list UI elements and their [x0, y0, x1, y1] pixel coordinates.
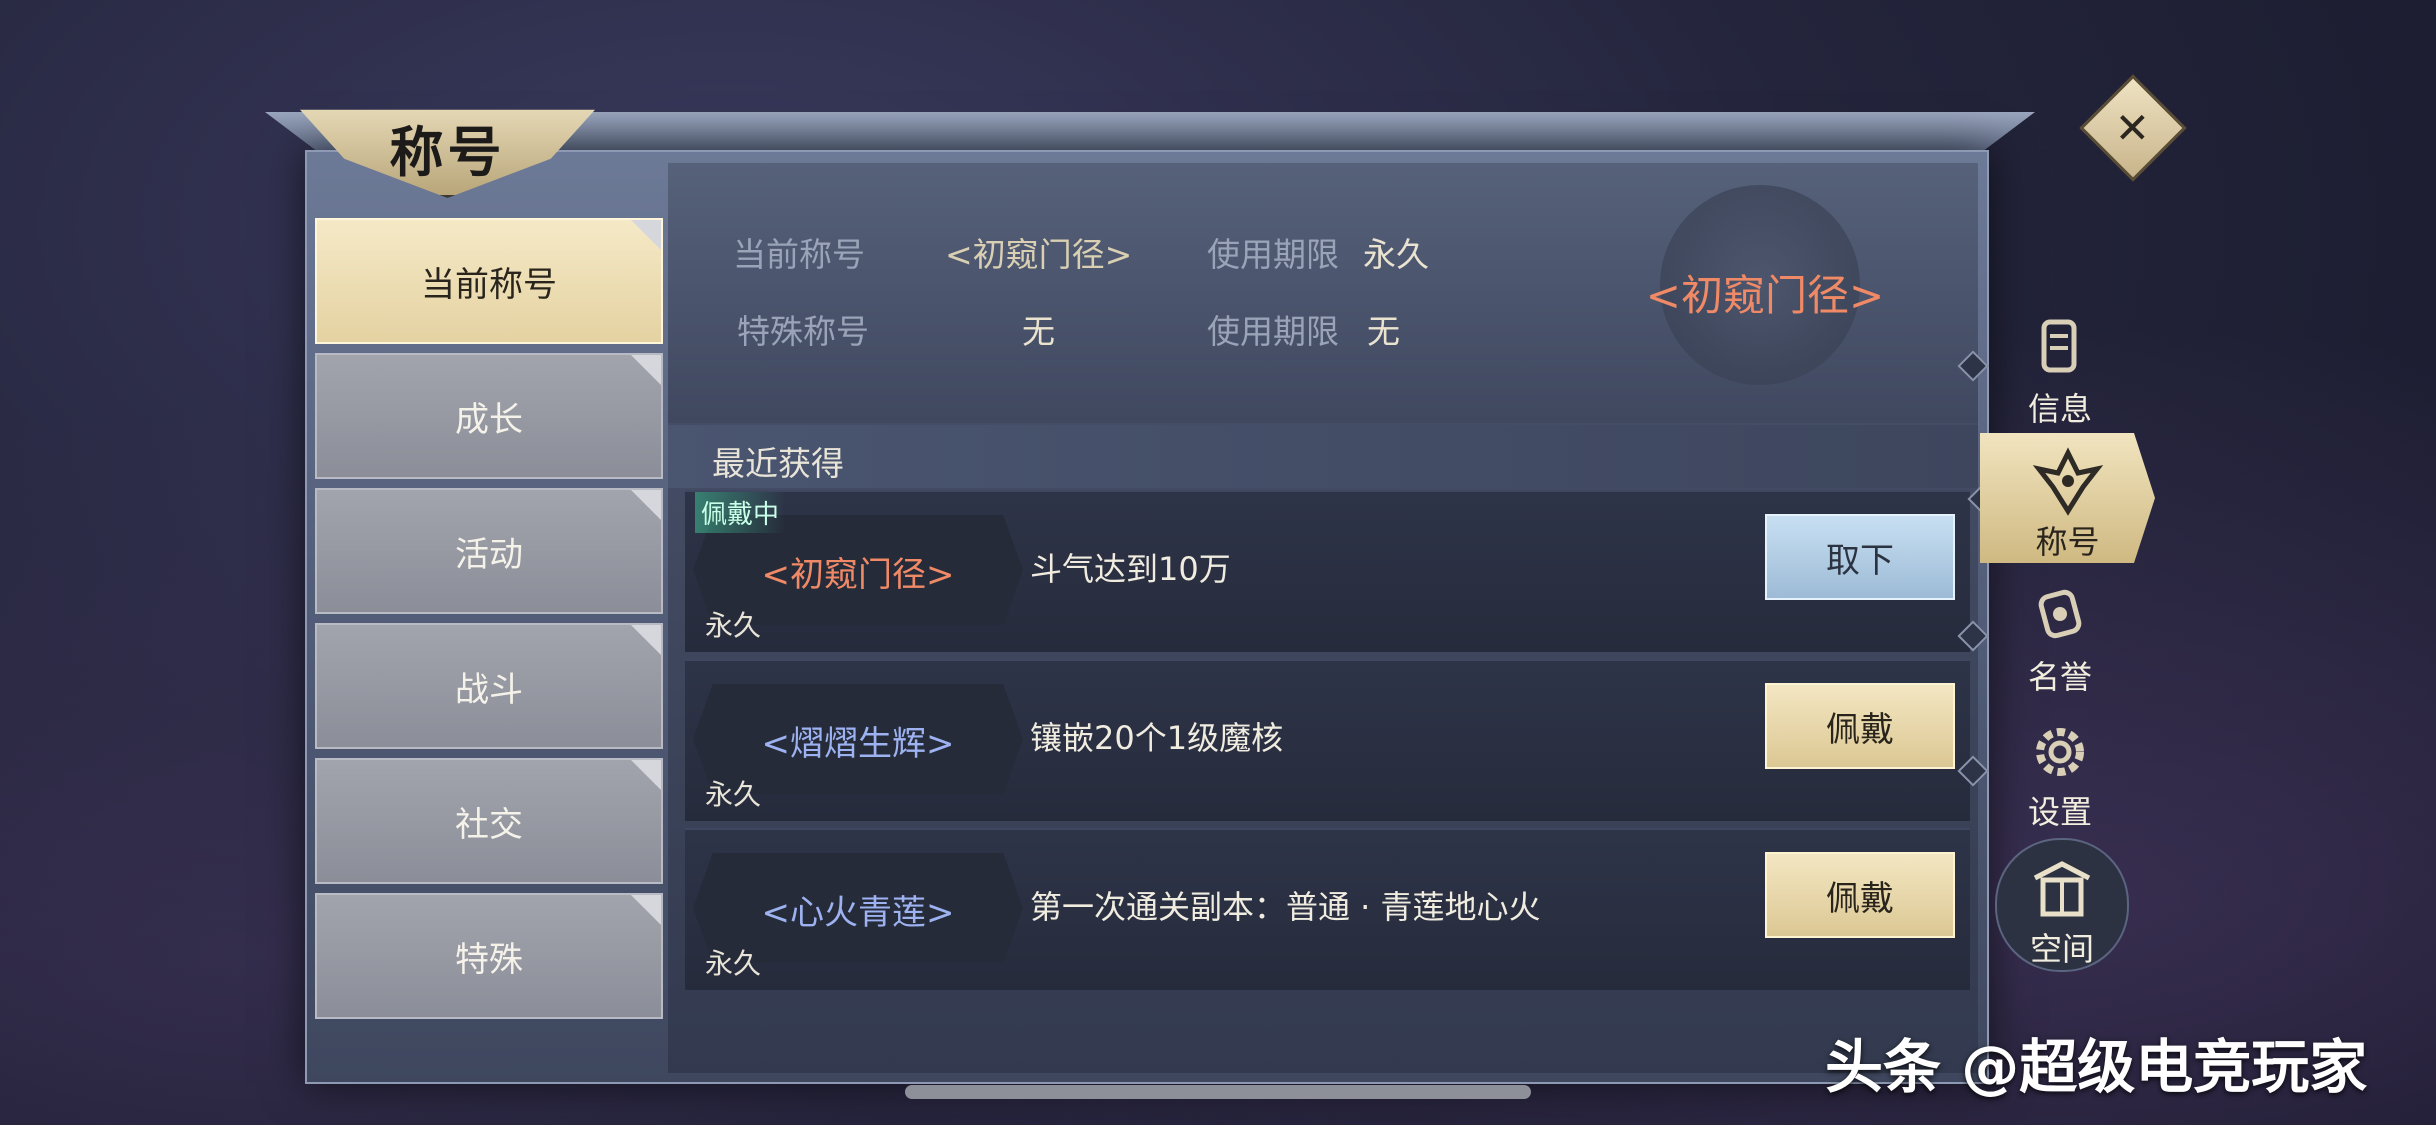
title-condition: 镶嵌20个1级魔核 — [1030, 719, 1284, 757]
watermark: 头条 @超级电竞玩家 — [1825, 1033, 2368, 1101]
gear-icon — [2025, 717, 2095, 787]
displayed-title: <初窥门径> — [1645, 271, 1885, 320]
category-label: 战斗 — [455, 669, 523, 710]
title-row: <心火青莲> 永久 第一次通关副本：普通 · 青莲地心火 佩戴 — [685, 828, 1970, 990]
current-period-label: 使用期限 — [1207, 235, 1339, 274]
equip-label: 佩戴 — [1826, 709, 1894, 750]
category-label: 成长 — [455, 399, 523, 440]
category-social[interactable]: 社交 — [315, 758, 663, 884]
nav-space[interactable]: 空间 — [1995, 838, 2129, 972]
equip-button[interactable]: 佩戴 — [1765, 683, 1955, 769]
category-label: 社交 — [455, 804, 523, 845]
nav-info[interactable]: 信息 — [1980, 300, 2140, 430]
category-label: 活动 — [455, 534, 523, 575]
recent-strip — [668, 425, 1978, 488]
category-label: 当前称号 — [421, 264, 557, 305]
nav-label: 名誉 — [2027, 658, 2092, 696]
equipped-badge: 佩戴中 — [695, 492, 786, 533]
medal-icon — [2025, 582, 2095, 652]
nav-label: 设置 — [2027, 793, 2092, 831]
title-duration: 永久 — [705, 609, 762, 642]
nav-title[interactable]: 称号 — [1980, 433, 2155, 563]
equip-label: 佩戴 — [1826, 878, 1894, 919]
page-title: 称号 — [389, 120, 506, 184]
current-title-label: 当前称号 — [733, 235, 865, 274]
category-list: 当前称号 成长 活动 战斗 社交 特殊 — [315, 218, 663, 1028]
title-name: <心火青莲> — [761, 893, 955, 933]
crest-icon — [2032, 447, 2103, 517]
nav-settings[interactable]: 设置 — [1980, 703, 2140, 833]
gate-icon — [2027, 854, 2097, 924]
recent-heading: 最近获得 — [712, 444, 844, 483]
special-title-label: 特殊称号 — [737, 312, 869, 351]
title-duration: 永久 — [705, 947, 762, 980]
nav-label: 空间 — [2029, 930, 2094, 968]
category-special[interactable]: 特殊 — [315, 893, 663, 1019]
equip-button[interactable]: 佩戴 — [1765, 852, 1955, 938]
special-period-label: 使用期限 — [1207, 312, 1339, 351]
category-battle[interactable]: 战斗 — [315, 623, 663, 749]
title-condition: 斗气达到10万 — [1030, 550, 1231, 588]
title-name: <初窥门径> — [761, 555, 955, 595]
nav-label: 称号 — [2035, 523, 2100, 561]
category-growth[interactable]: 成长 — [315, 353, 663, 479]
scroll-icon — [2025, 314, 2095, 384]
category-label: 特殊 — [455, 939, 523, 980]
current-period-value: 永久 — [1363, 235, 1429, 274]
category-activity[interactable]: 活动 — [315, 488, 663, 614]
special-period-value: 无 — [1367, 312, 1400, 351]
remove-label: 取下 — [1826, 540, 1894, 581]
remove-button[interactable]: 取下 — [1765, 514, 1955, 600]
title-row: <熠熠生辉> 永久 镶嵌20个1级魔核 佩戴 — [685, 659, 1970, 821]
close-icon: ✕ — [2115, 103, 2151, 153]
nav-label: 信息 — [2027, 390, 2092, 428]
special-title-value: 无 — [1022, 312, 1055, 351]
current-title-value: <初窥门径> — [945, 235, 1133, 274]
title-name: <熠熠生辉> — [761, 724, 955, 764]
title-duration: 永久 — [705, 778, 762, 811]
title-condition: 第一次通关副本：普通 · 青莲地心火 — [1030, 888, 1541, 926]
home-indicator[interactable] — [905, 1085, 1531, 1099]
title-row: <初窥门径> 佩戴中 永久 斗气达到10万 取下 — [685, 490, 1970, 652]
nav-honor[interactable]: 名誉 — [1980, 568, 2140, 698]
category-current-title[interactable]: 当前称号 — [315, 218, 663, 344]
